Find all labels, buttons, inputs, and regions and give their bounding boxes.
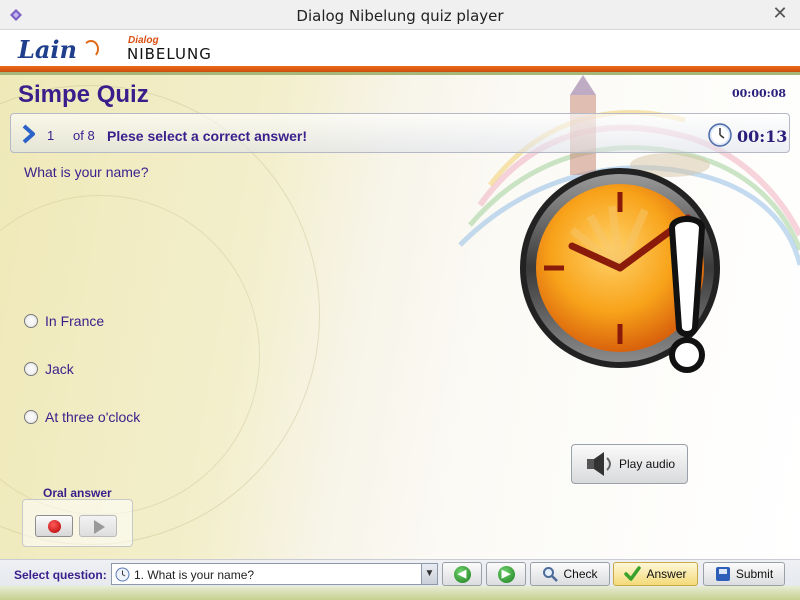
- oral-answer-panel: [22, 499, 133, 547]
- answer-label: Answer: [646, 567, 687, 581]
- question-count: of 8: [73, 128, 95, 143]
- nibelung-logo: NIBELUNG: [127, 45, 212, 63]
- oral-answer-label: Oral answer: [43, 486, 112, 500]
- play-recording-button[interactable]: [79, 515, 117, 537]
- radio-button[interactable]: [24, 362, 38, 376]
- total-elapsed-time: 00:00:08: [731, 87, 786, 100]
- question-timer: 00:13: [737, 127, 788, 146]
- answer-option-label: At three o'clock: [45, 409, 141, 425]
- footer-stripe: [0, 586, 800, 600]
- answer-option[interactable]: Jack: [24, 361, 74, 377]
- select-question-label: Select question:: [14, 568, 107, 582]
- check-button[interactable]: Check: [530, 562, 610, 586]
- question-number: 1: [47, 128, 55, 143]
- question-select-dropdown[interactable]: 1. What is your name? ▼: [111, 563, 438, 585]
- answer-option[interactable]: At three o'clock: [24, 409, 140, 425]
- lain-logo-swoosh: [83, 40, 99, 58]
- next-question-button[interactable]: ▶: [486, 562, 526, 586]
- close-button[interactable]: ✕: [768, 3, 792, 23]
- quiz-content: Simpe Quiz 00:00:08 1 of 8 Plese select …: [0, 75, 800, 563]
- answer-option-label: Jack: [45, 361, 74, 377]
- answer-option-label: In France: [45, 313, 105, 329]
- chevron-right-icon: [22, 124, 35, 144]
- submit-icon: [715, 567, 730, 581]
- record-button[interactable]: [35, 515, 73, 537]
- lain-logo: Lain: [18, 35, 77, 64]
- play-audio-button[interactable]: Play audio: [571, 444, 688, 484]
- question-text: What is your name?: [24, 164, 149, 180]
- previous-question-button[interactable]: ◀: [442, 562, 482, 586]
- window-titlebar: Dialog Nibelung quiz player ✕: [0, 0, 800, 30]
- radio-button[interactable]: [24, 410, 38, 424]
- window-title: Dialog Nibelung quiz player: [296, 7, 504, 25]
- radio-button[interactable]: [24, 314, 38, 328]
- clock-icon: [708, 123, 732, 147]
- play-audio-label: Play audio: [619, 457, 676, 471]
- check-label: Check: [563, 567, 598, 581]
- question-instruction: Plese select a correct answer!: [107, 128, 308, 144]
- record-icon: [48, 520, 61, 533]
- submit-button[interactable]: Submit: [703, 562, 785, 586]
- selected-question-text: 1. What is your name?: [134, 568, 255, 582]
- answer-option[interactable]: In France: [24, 313, 104, 329]
- alarm-clock-icon: [520, 168, 720, 373]
- answer-button[interactable]: Answer: [613, 562, 698, 586]
- magnifier-icon: [543, 567, 559, 582]
- arrow-right-icon: ▶: [497, 565, 515, 583]
- clock-icon: [115, 567, 130, 582]
- play-icon: [94, 520, 105, 534]
- submit-label: Submit: [735, 567, 774, 581]
- checkmark-icon: [624, 566, 642, 581]
- arrow-left-icon: ◀: [453, 565, 471, 583]
- question-header-bar: 1 of 8 Plese select a correct answer! 00…: [10, 113, 790, 153]
- speaker-icon: [587, 452, 611, 476]
- quiz-title: Simpe Quiz: [18, 81, 149, 108]
- chevron-down-icon[interactable]: ▼: [421, 564, 437, 584]
